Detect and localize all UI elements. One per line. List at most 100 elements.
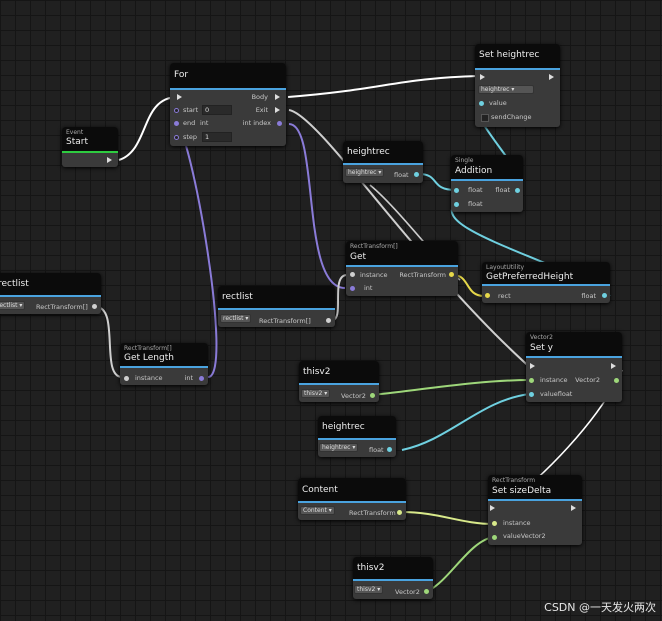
- exec-out-port[interactable]: [107, 157, 112, 163]
- body-label: Body: [251, 93, 268, 101]
- heightrec-variable-node[interactable]: heightrec heightrec float: [343, 141, 423, 183]
- node-title: thisv2: [357, 563, 385, 573]
- start-value-field[interactable]: 0: [202, 105, 232, 115]
- rect-out-port[interactable]: [397, 510, 402, 515]
- wire-thisv2-to-sety: [371, 379, 531, 396]
- rect-array-out-port[interactable]: [92, 304, 97, 309]
- start-label: start: [183, 106, 199, 114]
- start-port[interactable]: [174, 108, 179, 113]
- instance-port[interactable]: [124, 376, 129, 381]
- node-title: thisv2: [303, 367, 331, 377]
- float-in-port-2[interactable]: [454, 202, 459, 207]
- wire-thisv2b-to-size: [427, 536, 495, 592]
- get-length-node[interactable]: RectTransform[] Get Length instance int: [120, 343, 208, 385]
- wire-rectlist-to-getlength: [95, 306, 123, 378]
- step-value-field[interactable]: 1: [202, 132, 232, 142]
- instance-port[interactable]: [492, 521, 497, 526]
- wire-content-to-size: [400, 511, 495, 525]
- float-out-port[interactable]: [515, 188, 520, 193]
- rect-in-port[interactable]: [485, 293, 490, 298]
- index-port[interactable]: [277, 121, 282, 126]
- float-out-port[interactable]: [602, 293, 607, 298]
- end-port[interactable]: [174, 121, 179, 126]
- vector2-out-port[interactable]: [614, 378, 619, 383]
- event-start-node[interactable]: Event Start: [62, 127, 118, 167]
- node-title: Addition: [455, 166, 493, 176]
- int-port[interactable]: [350, 286, 355, 291]
- output-type-label: RectTransform[]: [259, 317, 311, 325]
- value-port[interactable]: [529, 392, 534, 397]
- node-title: Set heightrec: [479, 50, 540, 60]
- rect-label: rect: [498, 292, 511, 300]
- exec-in-port[interactable]: [177, 94, 182, 100]
- heightrec-variable-node-2[interactable]: heightrec heightrec float: [318, 416, 396, 457]
- output-type-label: float: [394, 171, 409, 179]
- node-category: Single: [455, 157, 474, 164]
- rect-array-out-port[interactable]: [326, 318, 331, 323]
- exit-exec-port[interactable]: [275, 107, 280, 113]
- set-heightrec-node[interactable]: Set heightrec heightrec value sendChange: [475, 44, 560, 127]
- thisv2-variable-node-a[interactable]: thisv2 thisv2 Vector2: [299, 361, 379, 402]
- variable-dropdown[interactable]: thisv2: [301, 389, 331, 398]
- addition-node[interactable]: Single Addition float float float: [451, 155, 523, 212]
- vector2-out-port[interactable]: [370, 393, 375, 398]
- wire-heightrec2-to-sety: [401, 393, 531, 451]
- float-out-port[interactable]: [387, 447, 392, 452]
- index-label: int index: [242, 119, 271, 127]
- node-title: For: [174, 70, 189, 80]
- variable-dropdown[interactable]: rectlist: [220, 314, 252, 323]
- thisv2-variable-node-b[interactable]: thisv2 thisv2 Vector2: [353, 557, 433, 599]
- int-label: int: [364, 284, 373, 292]
- output-label: RectTransform: [399, 271, 446, 279]
- float-out-port[interactable]: [414, 172, 419, 177]
- variable-dropdown[interactable]: thisv2: [354, 585, 384, 594]
- variable-dropdown[interactable]: heightrec: [345, 168, 385, 177]
- vector2-out-port[interactable]: [424, 589, 429, 594]
- exec-out-port[interactable]: [571, 505, 576, 511]
- node-category: Vector2: [530, 334, 553, 341]
- get-preferred-height-node[interactable]: LayoutUtility GetPreferredHeight rect fl…: [482, 262, 610, 303]
- rect-out-port[interactable]: [449, 272, 454, 277]
- step-label: step: [183, 133, 198, 141]
- value-port[interactable]: [492, 535, 497, 540]
- body-exec-port[interactable]: [275, 94, 280, 100]
- output-label: Vector2: [575, 376, 600, 384]
- set-size-delta-node[interactable]: RectTransform Set sizeDelta instance val…: [488, 475, 582, 545]
- variable-dropdown[interactable]: Content: [300, 506, 335, 515]
- send-change-checkbox[interactable]: [481, 114, 489, 122]
- rectlist-variable-node-left[interactable]: rectlist rectlist RectTransform[]: [0, 273, 101, 314]
- instance-label: instance: [503, 519, 531, 527]
- content-variable-node[interactable]: Content Content RectTransform: [298, 478, 406, 520]
- send-change-label: sendChange: [491, 113, 532, 121]
- for-loop-node[interactable]: For Body Exit start 0 end int step 1 int…: [170, 63, 286, 146]
- exec-in-port[interactable]: [530, 363, 535, 369]
- exec-out-port[interactable]: [549, 74, 554, 80]
- watermark-text: CSDN @一天发火两次: [544, 601, 656, 614]
- node-title: Content: [302, 485, 338, 495]
- output-label: float: [581, 292, 596, 300]
- get-rect-node[interactable]: RectTransform[] Get instance int RectTra…: [346, 241, 458, 296]
- exec-in-port[interactable]: [480, 74, 485, 80]
- int-out-port[interactable]: [199, 376, 204, 381]
- instance-port[interactable]: [350, 272, 355, 277]
- step-port[interactable]: [174, 135, 179, 140]
- value-label: valueVector2: [503, 532, 546, 540]
- set-y-node[interactable]: Vector2 Set y instance valuefloat Vector…: [526, 332, 622, 402]
- node-title: Get Length: [124, 353, 174, 363]
- variable-dropdown[interactable]: rectlist: [0, 301, 26, 310]
- input-1-label: float: [468, 186, 483, 194]
- end-label: end: [183, 119, 196, 127]
- variable-dropdown[interactable]: heightrec: [478, 85, 534, 94]
- wire-length-to-end: [175, 123, 218, 378]
- float-in-port-1[interactable]: [454, 188, 459, 193]
- instance-port[interactable]: [529, 378, 534, 383]
- variable-dropdown[interactable]: heightrec: [319, 443, 359, 452]
- rectlist-variable-node-mid[interactable]: rectlist rectlist RectTransform[]: [218, 286, 335, 327]
- node-title: Set sizeDelta: [492, 486, 552, 496]
- exit-label: Exit: [255, 106, 268, 114]
- value-port[interactable]: [479, 101, 484, 106]
- value-label: value: [489, 99, 507, 107]
- exec-out-port[interactable]: [611, 363, 616, 369]
- exec-in-port[interactable]: [490, 505, 495, 511]
- node-category: RectTransform: [492, 477, 536, 484]
